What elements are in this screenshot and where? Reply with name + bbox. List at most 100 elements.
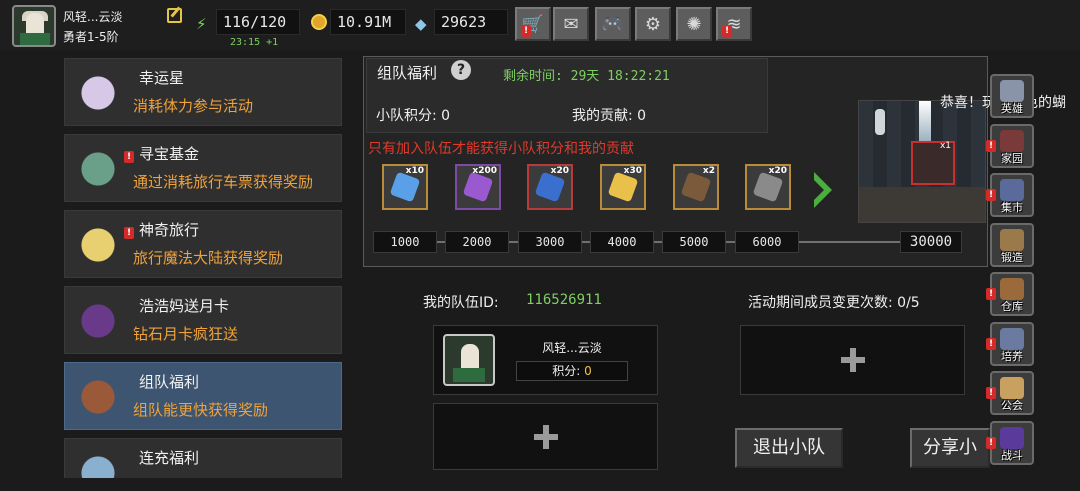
member-score: 积分: 0 bbox=[516, 361, 628, 381]
add-member-icon bbox=[533, 424, 558, 449]
member-name: 风轻...云淡 bbox=[542, 341, 602, 355]
side-menu-label: 战斗 bbox=[1001, 448, 1023, 462]
purple-crystal-icon bbox=[462, 171, 494, 203]
edit-name-icon[interactable] bbox=[167, 8, 182, 23]
gem-icon bbox=[415, 14, 431, 30]
member-slot-empty-1[interactable] bbox=[433, 403, 658, 470]
energy-timer: 23:15 +1 bbox=[230, 37, 279, 48]
reward-qty: x20 bbox=[550, 166, 569, 176]
milestone-score: 6000 bbox=[735, 231, 799, 253]
side-menu-label: 仓库 bbox=[1001, 300, 1023, 313]
event-item[interactable]: 连充福利 bbox=[64, 438, 342, 478]
side-menu-hero[interactable]: 英雄 bbox=[990, 74, 1034, 118]
event-description: 通过消耗旅行车票获得奖励 bbox=[133, 173, 314, 191]
reward-qty: x30 bbox=[623, 166, 642, 176]
gamepad-icon: 🎮 bbox=[601, 13, 625, 35]
cultivate-icon bbox=[1000, 327, 1024, 350]
panel-title: 组队福利 bbox=[377, 64, 438, 82]
side-menu-label: 家园 bbox=[1001, 151, 1023, 165]
color-wheel-button[interactable]: ✺ bbox=[676, 7, 712, 41]
milestone-score: 1000 bbox=[373, 231, 437, 253]
leave-team-button[interactable]: 退出小队 bbox=[735, 428, 843, 468]
guild-icon bbox=[1000, 377, 1024, 399]
market-icon bbox=[1000, 179, 1024, 201]
event-title: 神奇旅行 bbox=[139, 221, 200, 239]
reward-item[interactable]: x30 bbox=[600, 164, 646, 210]
settings-gear-icon: ⚙ bbox=[644, 13, 662, 35]
signal-button[interactable]: ≋! bbox=[716, 7, 752, 41]
golden-egg-icon bbox=[607, 171, 639, 203]
hammer-icon bbox=[752, 171, 784, 203]
share-team-button[interactable]: 分享小 bbox=[910, 428, 990, 468]
grand-prize-item[interactable]: x1 bbox=[911, 141, 955, 185]
home-icon bbox=[1000, 129, 1024, 152]
team-id-value: 116526911 bbox=[526, 292, 602, 308]
anvil-icon bbox=[1000, 228, 1024, 251]
gamepad-button[interactable]: 🎮 bbox=[595, 7, 631, 41]
event-title: 浩浩妈送月卡 bbox=[139, 297, 230, 315]
event-title: 连充福利 bbox=[139, 449, 200, 467]
member-avatar[interactable] bbox=[443, 334, 495, 386]
milestone-score: 2000 bbox=[445, 231, 509, 253]
settings-gear-button[interactable]: ⚙ bbox=[635, 7, 671, 41]
hero-icon bbox=[1000, 80, 1024, 102]
energy-value: 116/120 bbox=[216, 9, 300, 35]
side-menu-label: 集市 bbox=[1001, 201, 1023, 214]
grand-prize-qty: x1 bbox=[939, 141, 951, 151]
alert-badge-icon: ! bbox=[521, 25, 531, 37]
ticket-icon bbox=[69, 217, 127, 273]
lightning-icon bbox=[389, 171, 421, 203]
treasure-bag-icon bbox=[69, 141, 127, 197]
gem-value: 29623 bbox=[434, 9, 508, 35]
player-name: 风轻...云淡 bbox=[63, 10, 123, 24]
milestone-score: 5000 bbox=[662, 231, 726, 253]
color-wheel-icon: ✺ bbox=[686, 13, 702, 35]
milestone-score: 4000 bbox=[590, 231, 654, 253]
top-bar: 风轻...云淡 勇者1-5阶 116/120 23:15 +1 10.91M 2… bbox=[0, 0, 1080, 50]
side-menu-battle-portal[interactable]: ! 战斗 bbox=[986, 420, 1034, 465]
side-menu-warehouse[interactable]: ! 仓库 bbox=[986, 272, 1034, 316]
side-menu-cultivate[interactable]: ! 培养 bbox=[986, 321, 1034, 366]
member-score-label: 积分: bbox=[552, 364, 581, 378]
member-change-count: 活动期间成员变更次数: 0/5 bbox=[748, 295, 920, 311]
event-title: 幸运星 bbox=[139, 69, 185, 87]
energy-icon bbox=[196, 14, 212, 30]
reward-item[interactable]: x200 bbox=[455, 164, 501, 210]
team-score: 小队积分: 0 bbox=[376, 108, 451, 124]
team-id-label: 我的队伍ID: bbox=[423, 295, 499, 311]
side-menu-label: 培养 bbox=[1001, 349, 1023, 363]
reward-qty: x200 bbox=[472, 166, 497, 176]
shopping-cart-button[interactable]: 🛒! bbox=[515, 7, 551, 41]
player-avatar[interactable] bbox=[12, 5, 56, 47]
side-menu-guild[interactable]: ! 公会 bbox=[986, 371, 1034, 415]
coin-value: 10.91M bbox=[330, 9, 406, 35]
reward-item[interactable]: x10 bbox=[382, 164, 428, 210]
side-menu-home[interactable]: ! 家园 bbox=[986, 123, 1034, 168]
event-item[interactable]: ! 神奇旅行 旅行魔法大陆获得奖励 bbox=[64, 210, 342, 278]
event-item[interactable]: 浩浩妈送月卡 钻石月卡疯狂送 bbox=[64, 286, 342, 354]
month-card-icon bbox=[69, 293, 127, 349]
reward-qty: x2 bbox=[702, 166, 715, 176]
side-menu-anvil[interactable]: 锻造 bbox=[990, 222, 1034, 267]
next-rewards-arrow-icon[interactable] bbox=[812, 170, 834, 210]
side-menu-label: 英雄 bbox=[1001, 102, 1023, 115]
event-description: 组队能更快获得奖励 bbox=[133, 401, 269, 419]
member-score-value: 0 bbox=[584, 364, 592, 378]
side-menu-market[interactable]: ! 集市 bbox=[986, 173, 1034, 217]
event-item[interactable]: 组队福利 组队能更快获得奖励 bbox=[64, 362, 342, 430]
mail-button[interactable]: ✉ bbox=[553, 7, 589, 41]
reward-item[interactable]: x20 bbox=[527, 164, 573, 210]
member-slot-empty-2[interactable] bbox=[740, 325, 965, 395]
reward-preview: x1 bbox=[858, 100, 986, 223]
help-icon[interactable]: ? bbox=[451, 60, 471, 80]
reward-item[interactable]: x20 bbox=[745, 164, 791, 210]
event-list[interactable]: 幸运星 消耗体力参与活动 ! 寻宝基金 通过消耗旅行车票获得奖励 ! 神奇旅行 旅行魔法大陆获… bbox=[62, 58, 344, 478]
warehouse-icon bbox=[1000, 278, 1024, 300]
event-item[interactable]: 幸运星 消耗体力参与活动 bbox=[64, 58, 342, 126]
alert-badge-icon: ! bbox=[722, 25, 732, 37]
side-menu-label: 锻造 bbox=[1001, 250, 1023, 264]
event-item[interactable]: ! 寻宝基金 通过消耗旅行车票获得奖励 bbox=[64, 134, 342, 202]
reward-qty: x20 bbox=[768, 166, 787, 176]
lucky-star-icon bbox=[69, 65, 127, 121]
reward-item[interactable]: x2 bbox=[673, 164, 719, 210]
